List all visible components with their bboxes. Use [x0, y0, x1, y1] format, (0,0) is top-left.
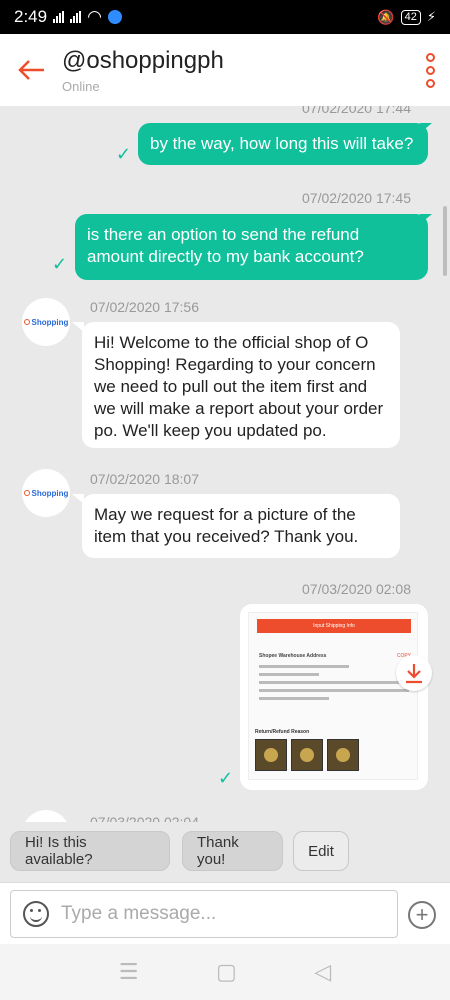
screenshot-image: Input Shipping Info Shopee Warehouse Add… [248, 612, 418, 780]
chat-title: @oshoppingph [62, 46, 224, 74]
charging-icon: ⚡ [426, 9, 436, 24]
message-input[interactable]: Type a message... [10, 890, 398, 938]
emoji-icon[interactable] [23, 901, 49, 927]
edit-quick-replies-button[interactable]: Edit [293, 831, 349, 871]
message-timestamp: 07/02/2020 18:07 [90, 471, 199, 487]
more-options-button[interactable] [410, 34, 450, 106]
quick-replies: Hi! Is this available? Thank you! Edit [0, 822, 450, 882]
bubble-tail [420, 123, 432, 133]
download-button[interactable] [396, 655, 432, 691]
battery-indicator: 42 [400, 9, 421, 25]
signal-icon [53, 11, 65, 23]
dot-icon [425, 65, 435, 75]
image-address-title: Shopee Warehouse Address [259, 653, 327, 659]
read-check-icon: ✓ [52, 254, 68, 274]
shop-avatar[interactable]: Shopping [22, 469, 70, 517]
incoming-message[interactable]: Hi! Welcome to the official shop of O Sh… [82, 322, 400, 448]
back-button[interactable] [0, 34, 62, 106]
bubble-tail [72, 322, 84, 332]
message-timestamp: 07/03/2020 02:04 [90, 814, 199, 822]
back-nav-icon[interactable]: ◁ [314, 959, 331, 985]
shop-avatar[interactable] [22, 810, 70, 822]
message-timestamp: 07/02/2020 17:56 [90, 299, 199, 315]
bubble-tail [72, 494, 84, 504]
message-timestamp: 07/02/2020 17:45 [302, 190, 411, 206]
message-input-bar: Type a message... + [0, 882, 450, 944]
shop-avatar[interactable]: Shopping [22, 298, 70, 346]
download-icon [406, 664, 422, 684]
dot-icon [425, 78, 435, 88]
outgoing-message[interactable]: by the way, how long this will take? [138, 123, 428, 165]
bubble-tail [420, 214, 432, 224]
read-check-icon: ✓ [116, 144, 132, 164]
quick-reply-chip[interactable]: Thank you! [182, 831, 283, 871]
back-arrow-icon [18, 60, 44, 80]
dot-icon [425, 52, 435, 62]
incoming-message[interactable]: May we request for a picture of the item… [82, 494, 400, 558]
home-icon[interactable]: ▢ [216, 959, 237, 985]
chat-area[interactable]: 07/02/2020 17:44 by the way, how long th… [0, 106, 450, 822]
quick-reply-chip[interactable]: Hi! Is this available? [10, 831, 170, 871]
status-time: 2:49 [14, 7, 48, 26]
mute-icon: 🔕 [377, 8, 395, 25]
read-check-icon: ✓ [218, 768, 234, 788]
image-button-text: Input Shipping Info [257, 619, 411, 633]
image-reason-title: Return/Refund Reason [255, 729, 310, 735]
scrollbar[interactable] [443, 206, 447, 276]
wifi-icon: ◠ [87, 7, 102, 26]
add-attachment-button[interactable]: + [408, 901, 436, 929]
message-timestamp: 07/03/2020 02:08 [302, 581, 411, 597]
status-bar: 2:49 ◠ 🔕 42 ⚡ [0, 0, 450, 34]
menu-icon[interactable]: ☰ [119, 959, 139, 985]
outgoing-message[interactable]: is there an option to send the refund am… [75, 214, 428, 280]
system-nav-bar: ☰ ▢ ◁ [0, 944, 450, 1000]
message-placeholder: Type a message... [61, 903, 217, 924]
chat-header: @oshoppingph Online [0, 34, 450, 106]
signal-icon-2 [70, 11, 82, 23]
online-status: Online [62, 78, 100, 94]
message-timestamp: 07/02/2020 17:44 [302, 106, 411, 116]
image-message[interactable]: Input Shipping Info Shopee Warehouse Add… [240, 604, 428, 790]
messenger-icon [107, 10, 122, 24]
